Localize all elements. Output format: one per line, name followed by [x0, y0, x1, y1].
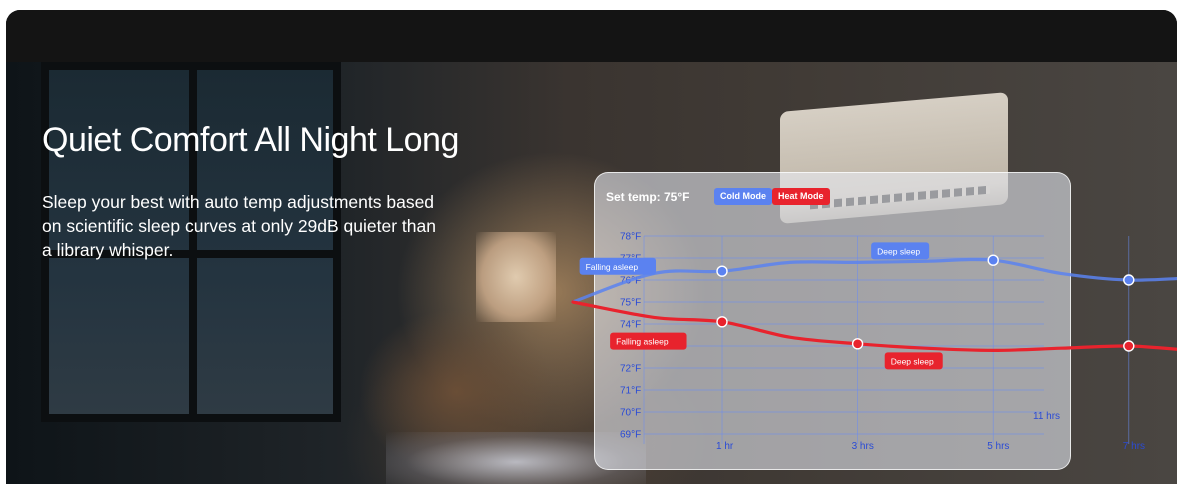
- cold-mode-phase-label: Falling asleep: [586, 262, 639, 272]
- x-tick-label: 7 hrs: [1123, 441, 1145, 452]
- x-tick-label: 1 hr: [716, 441, 734, 452]
- x-tick-label: 5 hrs: [987, 441, 1009, 452]
- x-tick-label: 3 hrs: [852, 441, 874, 452]
- heat-mode-data-point: [1123, 340, 1135, 352]
- y-tick-label: 74°F: [620, 320, 641, 331]
- y-tick-label: 71°F: [620, 386, 641, 397]
- cold-mode-phase-label: Deep sleep: [877, 246, 920, 256]
- heat-mode-phase-label: Deep sleep: [891, 356, 934, 366]
- y-tick-label: 70°F: [620, 408, 641, 419]
- y-tick-label: 72°F: [620, 364, 641, 375]
- heat-mode-data-point: [851, 338, 864, 350]
- x-tick-label: 11 hrs: [1033, 411, 1060, 422]
- y-tick-label: 78°F: [620, 232, 641, 243]
- y-tick-label: 69°F: [620, 430, 641, 441]
- y-tick-label: 75°F: [620, 298, 641, 309]
- cold-mode-data-point: [716, 265, 728, 277]
- sleep-curve-chart: 78°F77°F76°F75°F74°F73°F72°F71°F70°F69°F…: [571, 232, 1177, 452]
- cold-mode-data-point: [987, 254, 999, 266]
- cold-mode-data-point: [1123, 274, 1135, 286]
- heat-mode-data-point: [716, 316, 728, 328]
- heat-mode-phase-label: Falling asleep: [616, 337, 669, 347]
- cold-mode-series-line: [571, 257, 1177, 304]
